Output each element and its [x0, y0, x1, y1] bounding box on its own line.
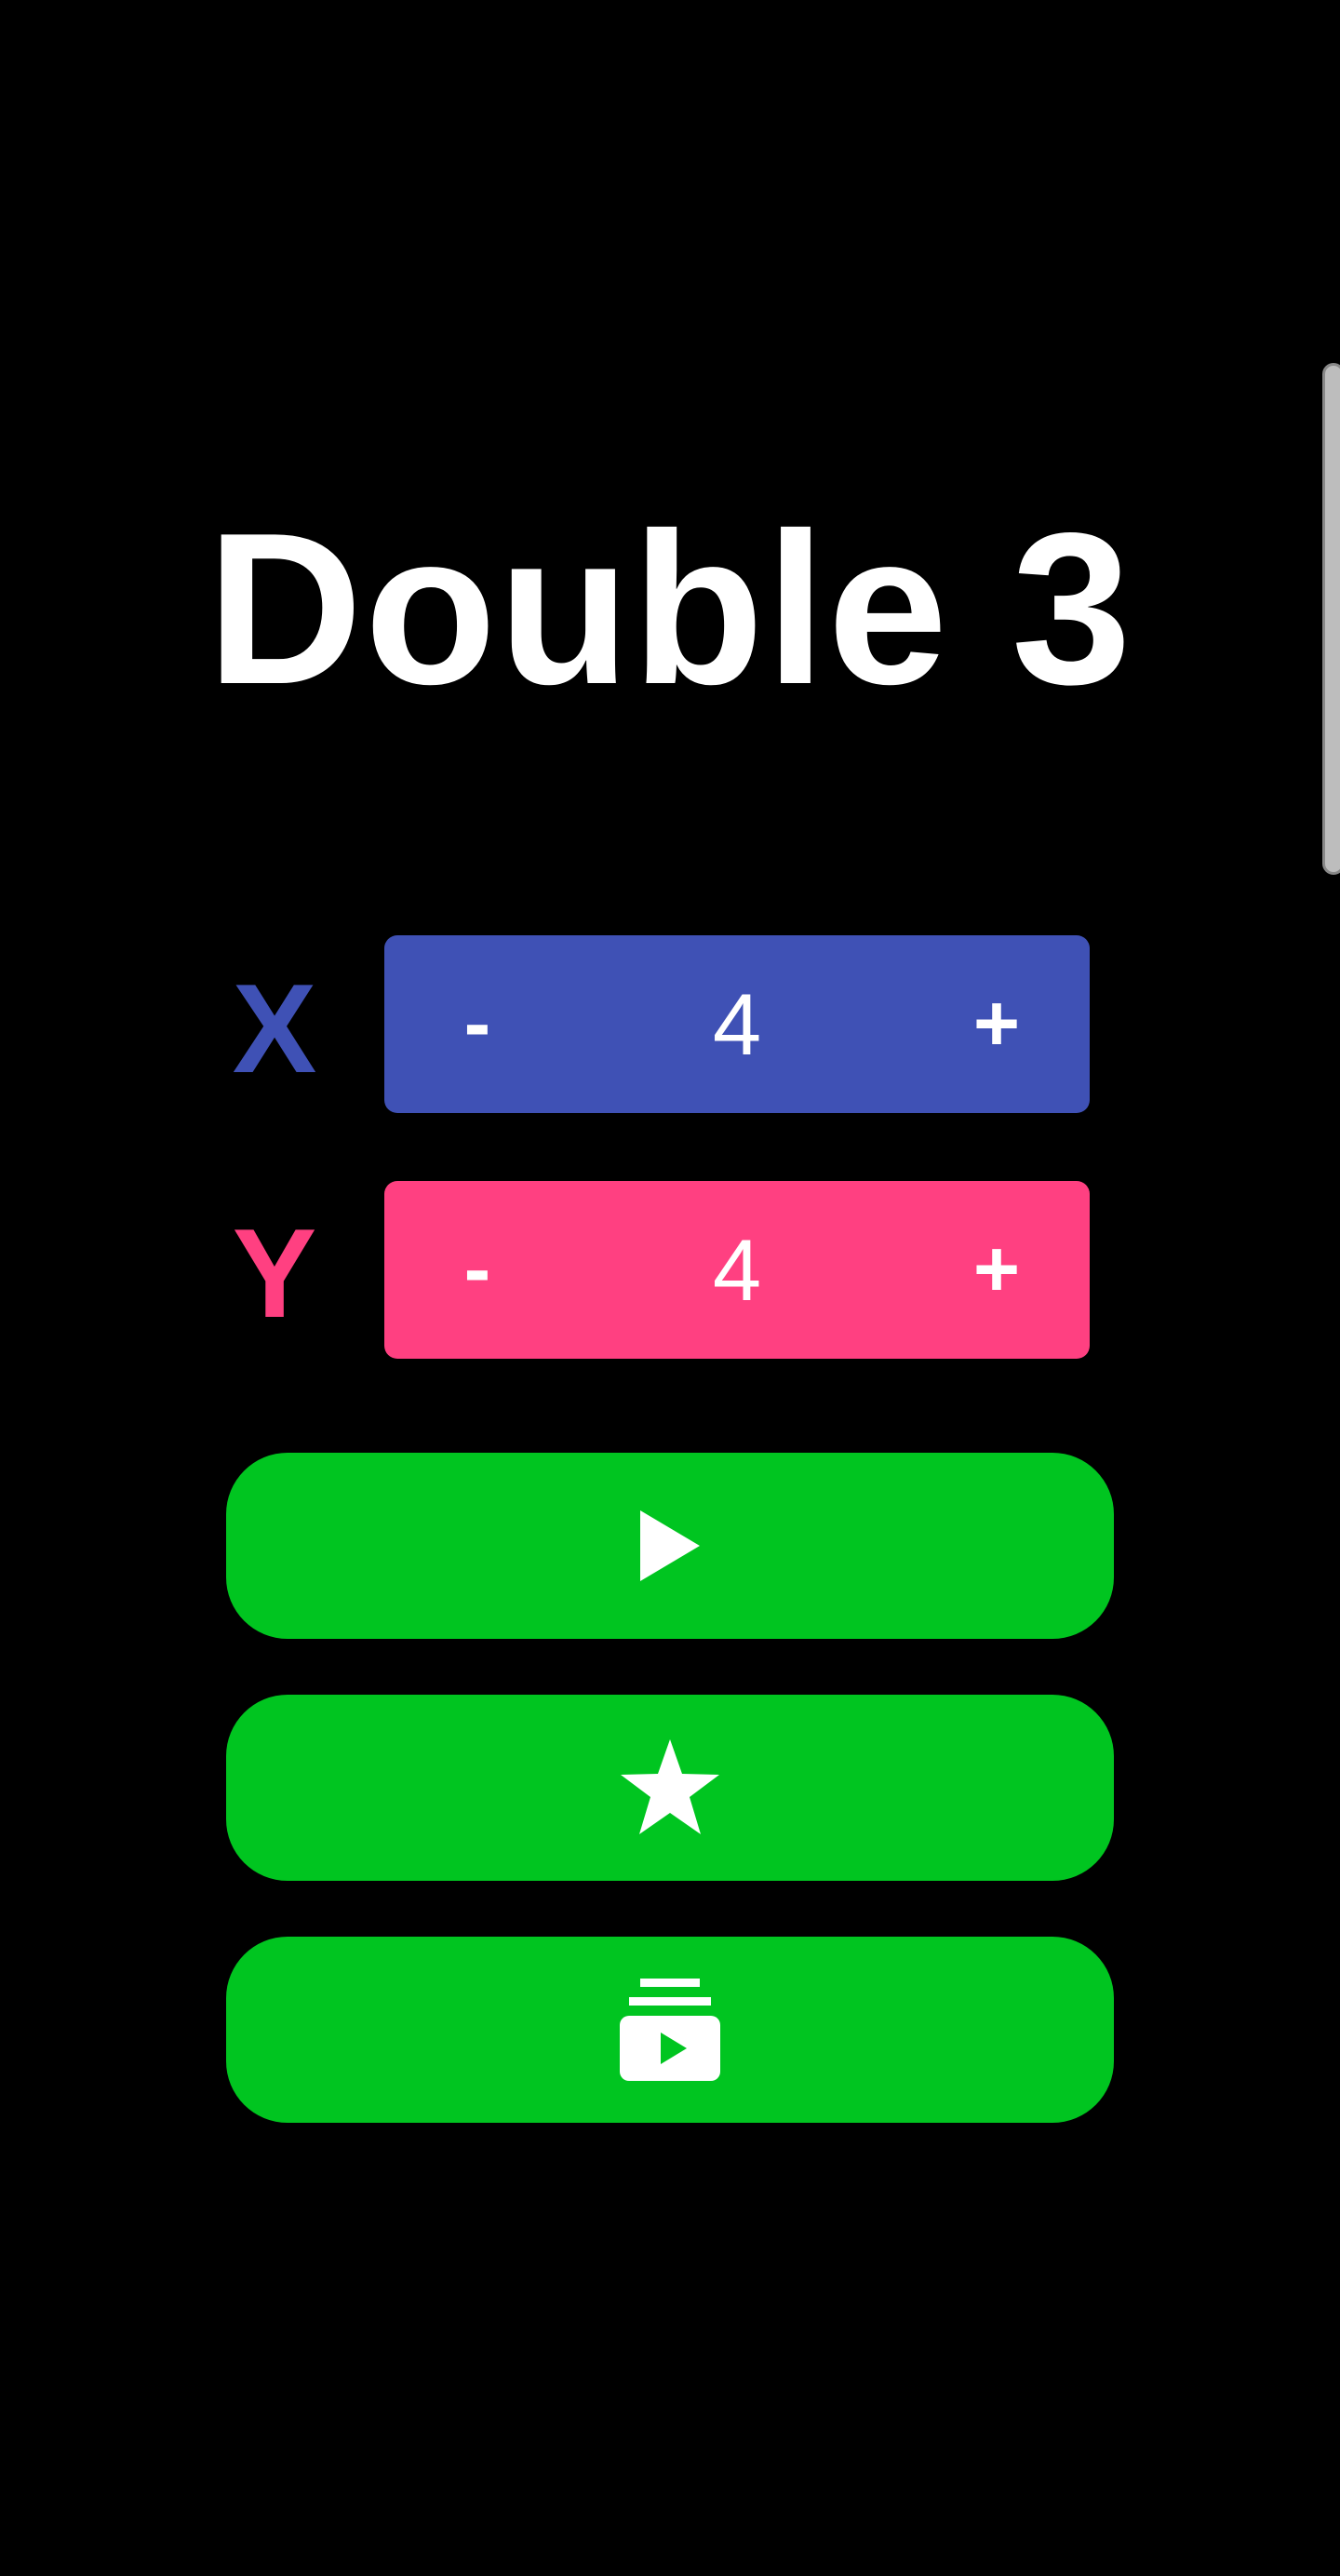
- x-axis-label: X: [232, 958, 317, 1099]
- y-stepper: - 4 +: [384, 1181, 1090, 1359]
- y-increment-button[interactable]: +: [904, 1181, 1090, 1359]
- video-library-icon: [620, 1979, 720, 2081]
- x-value: 4: [712, 974, 762, 1073]
- rate-button[interactable]: [226, 1695, 1114, 1881]
- y-axis-label: Y: [232, 1202, 317, 1344]
- x-stepper: - 4 +: [384, 935, 1090, 1113]
- y-decrement-button[interactable]: -: [384, 1181, 570, 1359]
- play-icon: [640, 1510, 700, 1581]
- x-increment-button[interactable]: +: [904, 935, 1090, 1113]
- y-value: 4: [712, 1220, 762, 1319]
- more-games-button[interactable]: [226, 1937, 1114, 2123]
- star-icon: [619, 1739, 721, 1836]
- x-decrement-button[interactable]: -: [384, 935, 570, 1113]
- play-button[interactable]: [226, 1453, 1114, 1639]
- game-title: Double 3: [207, 489, 1133, 730]
